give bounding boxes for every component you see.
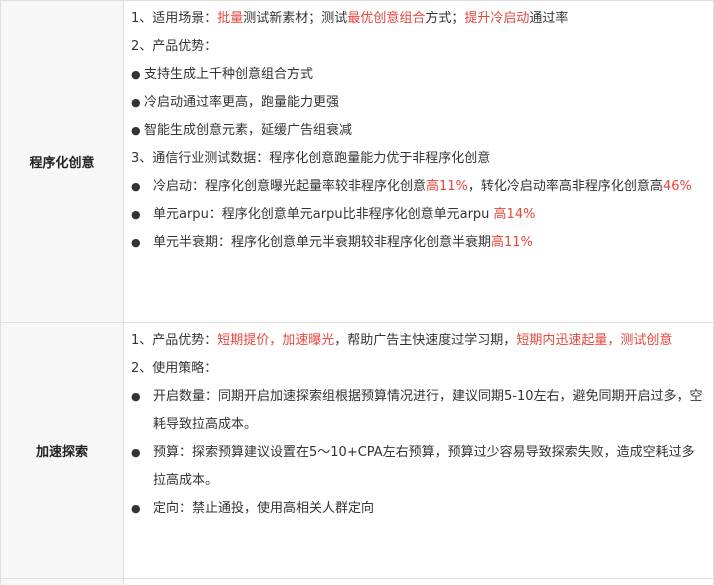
text-segment: 测试新素材；测试 — [243, 11, 348, 26]
bullet-item: ● 单元半衰期：程序化创意单元半衰期较非程序化创意半衰期高11% — [131, 229, 704, 257]
text-line: 2、使用策略： — [131, 355, 704, 383]
info-table: 程序化创意 1、适用场景：批量测试新素材；测试最优创意组合方式；提升冷启动通过率… — [0, 0, 714, 585]
row-label-cell — [1, 579, 123, 585]
bullet-item: ● 冷启动：程序化创意曝光起量率较非程序化创意高11%，转化冷启动率高非程序化创意… — [131, 173, 704, 201]
bullet-item: ● 开启数量：同期开启加速探索组根据预算情况进行，建议同期5-10左右，避免同期开… — [131, 383, 704, 439]
bullet-text: 开启数量：同期开启加速探索组根据预算情况进行，建议同期5-10左右，避免同期开启… — [153, 383, 704, 439]
row-label: 程序化创意 — [29, 156, 95, 171]
highlight-text: 短期提价，加速曝光 — [217, 333, 335, 348]
text-segment: 冷启动：程序化创意曝光起量率较非程序化创意 — [153, 179, 427, 194]
row-label-cell: 加速探索 — [1, 323, 123, 578]
text-segment: 3、通信行业测试数据：程序化创意跑量能力优于非程序化创意 — [131, 151, 491, 166]
bullet-text: 冷启动：程序化创意曝光起量率较非程序化创意高11%，转化冷启动率高非程序化创意高… — [153, 173, 704, 201]
highlight-text: 46% — [662, 179, 692, 194]
text-segment: ，帮助广告主快速度过学习期， — [334, 333, 517, 348]
text-segment: 智能生成创意元素，延缓广告组衰减 — [144, 123, 353, 138]
text-segment: 冷启动通过率更高，跑量能力更强 — [144, 95, 340, 110]
bullet-icon: ● — [131, 96, 141, 109]
bullet-text: 支持生成上千种创意组合方式 — [144, 61, 704, 89]
text-line: 2、产品优势： — [131, 33, 704, 61]
bullet-item: ● 冷启动通过率更高，跑量能力更强 — [131, 89, 704, 117]
text-segment: 开启数量：同期开启加速探索组根据预算情况进行，建议同期5-10左右，避免同期开启… — [153, 389, 703, 432]
text-segment: 1、产品优势： — [131, 333, 218, 348]
text-segment: 单元arpu：程序化创意单元arpu比非程序化创意单元arpu — [153, 207, 494, 222]
text-segment: 支持生成上千种创意组合方式 — [144, 67, 314, 82]
text-segment: 2、产品优势： — [131, 39, 218, 54]
column-divider — [123, 0, 124, 585]
bullet-text: 冷启动通过率更高，跑量能力更强 — [144, 89, 704, 117]
bullet-icon: ● — [131, 502, 141, 515]
bullet-item: ● 预算：探索预算建议设置在5～10+CPA左右预算，预算过少容易导致探索失败，造… — [131, 439, 704, 495]
highlight-text: 高11% — [426, 179, 468, 194]
bullet-item: ● 定向：禁止通投，使用高相关人群定向 — [131, 495, 704, 523]
text-segment: 方式； — [425, 11, 465, 26]
highlight-text: 提升冷启动 — [464, 11, 530, 26]
text-segment: 1、适用场景： — [131, 11, 218, 26]
bullet-icon: ● — [131, 180, 141, 193]
bullet-text: 智能生成创意元素，延缓广告组衰减 — [144, 117, 704, 145]
bullet-text: 单元arpu：程序化创意单元arpu比非程序化创意单元arpu 高14% — [153, 201, 704, 229]
bullet-text: 定向：禁止通投，使用高相关人群定向 — [153, 495, 704, 523]
text-segment: ，转化冷启动率高非程序化创意高 — [467, 179, 663, 194]
bullet-item: ● 智能生成创意元素，延缓广告组衰减 — [131, 117, 704, 145]
bullet-icon: ● — [131, 236, 141, 249]
row-content: 1、产品优势：短期提价，加速曝光，帮助广告主快速度过学习期，短期内迅速起量，测试… — [131, 327, 704, 523]
text-segment: 2、使用策略： — [131, 361, 218, 376]
bullet-icon: ● — [131, 68, 141, 81]
bullet-text: 预算：探索预算建议设置在5～10+CPA左右预算，预算过少容易导致探索失败，造成… — [153, 439, 704, 495]
text-segment: 通过率 — [529, 11, 569, 26]
highlight-text: 短期内迅速起量，测试创意 — [516, 333, 673, 348]
row-content: 1、适用场景：批量测试新素材；测试最优创意组合方式；提升冷启动通过率 2、产品优势… — [131, 5, 704, 257]
bullet-icon: ● — [131, 124, 141, 137]
text-segment: 定向：禁止通投，使用高相关人群定向 — [153, 501, 375, 516]
text-segment: 预算：探索预算建议设置在5～10+CPA左右预算，预算过少容易导致探索失败，造成… — [153, 445, 695, 488]
highlight-text: 批量 — [217, 11, 244, 26]
bullet-item: ● 单元arpu：程序化创意单元arpu比非程序化创意单元arpu 高14% — [131, 201, 704, 229]
bullet-icon: ● — [131, 208, 141, 221]
text-line: 1、适用场景：批量测试新素材；测试最优创意组合方式；提升冷启动通过率 — [131, 5, 704, 33]
bullet-icon: ● — [131, 390, 141, 403]
highlight-text: 最优创意组合 — [347, 11, 426, 26]
bullet-item: ● 支持生成上千种创意组合方式 — [131, 61, 704, 89]
text-line: 1、产品优势：短期提价，加速曝光，帮助广告主快速度过学习期，短期内迅速起量，测试… — [131, 327, 704, 355]
bullet-text: 单元半衰期：程序化创意单元半衰期较非程序化创意半衰期高11% — [153, 229, 704, 257]
row-label: 加速探索 — [35, 445, 88, 460]
highlight-text: 高14% — [493, 207, 536, 222]
text-line: 3、通信行业测试数据：程序化创意跑量能力优于非程序化创意 — [131, 145, 704, 173]
highlight-text: 高11% — [491, 235, 533, 250]
row-label-cell: 程序化创意 — [1, 1, 123, 322]
text-segment: 单元半衰期：程序化创意单元半衰期较非程序化创意半衰期 — [153, 235, 492, 250]
bullet-icon: ● — [131, 446, 141, 459]
